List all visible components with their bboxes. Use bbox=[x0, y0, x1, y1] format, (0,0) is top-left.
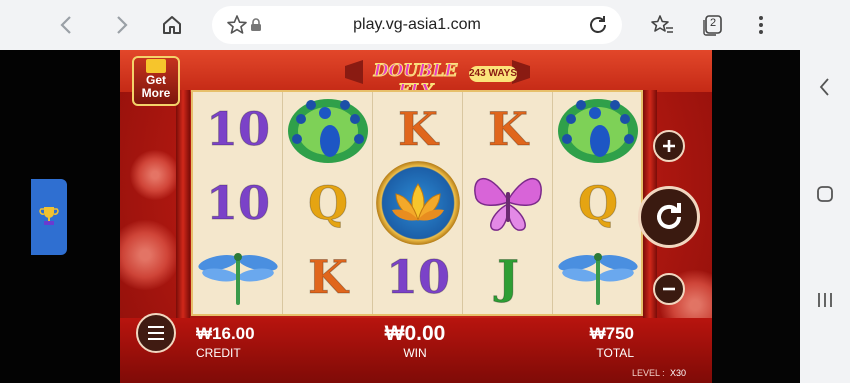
browser-toolbar: play.vg-asia1.com 2 bbox=[0, 0, 850, 50]
symbol-ten: 10 bbox=[193, 166, 283, 240]
trophy-tab[interactable] bbox=[31, 179, 67, 255]
symbol-label: 10 bbox=[205, 176, 270, 231]
symbol-label: 10 bbox=[205, 102, 270, 157]
symbol-king: K bbox=[373, 92, 463, 166]
system-nav-bar bbox=[800, 50, 850, 383]
symbol-queen: Q bbox=[283, 166, 373, 240]
butterfly-icon bbox=[474, 178, 542, 231]
credit-label: CREDIT bbox=[196, 346, 241, 360]
get-more-label-1: Get bbox=[145, 73, 166, 87]
symbol-butterfly bbox=[463, 166, 553, 240]
symbol-king: K bbox=[283, 240, 373, 314]
bookmarks-icon[interactable] bbox=[645, 8, 679, 42]
symbol-lotus-big bbox=[373, 161, 463, 245]
spin-icon bbox=[657, 203, 681, 229]
reload-icon[interactable] bbox=[581, 8, 615, 42]
left-pillar bbox=[176, 90, 190, 340]
level-value: X30 bbox=[670, 368, 687, 378]
url-text: play.vg-asia1.com bbox=[353, 16, 481, 33]
total-value: ₩750 bbox=[589, 324, 634, 343]
symbol-ten: 10 bbox=[373, 240, 463, 314]
get-more-label-2: More bbox=[141, 86, 171, 100]
back-icon[interactable] bbox=[50, 8, 84, 42]
dragonfly-icon bbox=[198, 253, 278, 305]
level-label: LEVEL : bbox=[632, 368, 665, 378]
trophy-icon bbox=[39, 207, 59, 225]
symbol-label: K bbox=[488, 102, 529, 157]
tabs-icon[interactable]: 2 bbox=[696, 8, 730, 42]
symbol-peacock bbox=[283, 92, 373, 166]
address-bar[interactable]: play.vg-asia1.com bbox=[212, 6, 622, 44]
symbol-label: Q bbox=[307, 176, 349, 231]
lotus-icon bbox=[392, 183, 444, 221]
peacock-icon bbox=[288, 99, 368, 163]
nav-home-icon[interactable] bbox=[815, 184, 835, 204]
bet-decrease-button[interactable] bbox=[653, 273, 685, 305]
symbol-label: J bbox=[497, 250, 520, 305]
spin-button[interactable] bbox=[638, 186, 700, 248]
menu-icon bbox=[148, 326, 164, 340]
symbol-dragonfly bbox=[553, 240, 643, 314]
game-footer: ₩16.00 CREDIT ₩0.00 WIN ₩750 TOTAL LEVEL… bbox=[120, 313, 712, 383]
symbol-label: K bbox=[308, 250, 349, 305]
credit-value: ₩16.00 bbox=[196, 324, 255, 343]
symbol-label: 10 bbox=[385, 250, 450, 305]
home-icon[interactable] bbox=[155, 8, 189, 42]
forward-icon[interactable] bbox=[104, 8, 138, 42]
get-more-button[interactable]: Get More bbox=[132, 56, 180, 106]
win-label: WIN bbox=[403, 346, 427, 360]
minus-icon bbox=[663, 287, 675, 291]
symbol-label: K bbox=[398, 102, 439, 157]
reel-grid: 10 10 Q K K 10 K J Q bbox=[191, 90, 643, 316]
nav-back-icon[interactable] bbox=[814, 76, 836, 98]
decor-flower bbox=[120, 220, 180, 290]
tab-count: 2 bbox=[710, 17, 717, 29]
game-logo: DOUBLE FLY 243 WAYS bbox=[345, 56, 530, 102]
slot-game: Get More DOUBLE FLY 243 WAYS 10 10 bbox=[120, 50, 712, 383]
bet-increase-button[interactable] bbox=[653, 130, 685, 162]
symbol-label: Q bbox=[577, 176, 619, 231]
total-label: TOTAL bbox=[596, 346, 634, 360]
symbol-ten: 10 bbox=[193, 92, 283, 166]
dragonfly-icon bbox=[558, 253, 638, 305]
menu-button[interactable] bbox=[136, 313, 176, 353]
peacock-icon bbox=[558, 99, 638, 163]
logo-badge: 243 WAYS bbox=[469, 66, 517, 82]
decor-flower bbox=[130, 150, 180, 200]
gift-icon bbox=[146, 59, 166, 73]
symbol-king: K bbox=[463, 92, 553, 166]
symbol-queen: Q bbox=[553, 166, 643, 240]
plus-icon bbox=[663, 140, 675, 152]
symbol-peacock bbox=[553, 92, 643, 166]
right-letterbox bbox=[712, 50, 800, 383]
symbol-jack: J bbox=[463, 240, 553, 314]
more-icon[interactable] bbox=[744, 8, 778, 42]
win-value: ₩0.00 bbox=[384, 322, 446, 345]
nav-recents-icon[interactable] bbox=[815, 290, 835, 310]
symbol-dragonfly bbox=[193, 240, 283, 314]
